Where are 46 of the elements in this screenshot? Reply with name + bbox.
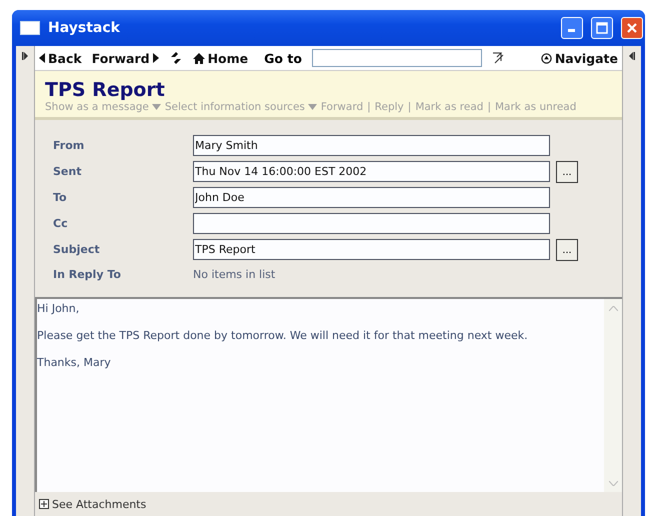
separator: | [487, 101, 491, 113]
text-field[interactable]: Mary Smith [193, 135, 550, 156]
browse-button[interactable]: ... [556, 238, 578, 260]
text-field[interactable]: TPS Report [193, 239, 550, 260]
text-field[interactable] [193, 213, 550, 234]
field-label: From [53, 139, 86, 152]
forward-button[interactable]: Forward [92, 50, 159, 66]
refresh-icon[interactable] [168, 51, 183, 65]
caret-icon [308, 104, 317, 110]
separator: | [367, 101, 371, 113]
navigate-button[interactable]: Navigate [540, 50, 618, 66]
field-label: In Reply To [53, 268, 122, 281]
home-button[interactable]: Home [192, 50, 248, 66]
window-title: Haystack [48, 20, 121, 36]
message-paragraph: Thanks, Mary [37, 356, 112, 369]
close-icon [626, 22, 638, 34]
plus-box-icon [39, 499, 49, 509]
text-field[interactable]: Thu Nov 14 16:00:00 EST 2002 [193, 161, 550, 182]
caret-icon [152, 104, 161, 110]
triangle-left-icon [39, 53, 45, 63]
separator: | [408, 101, 412, 113]
go-to-field[interactable] [312, 49, 482, 67]
item-title: TPS Report [45, 79, 166, 101]
go-to-label: Go to [264, 50, 302, 66]
window-icon [20, 21, 40, 35]
triangle-right-icon [152, 53, 159, 63]
field-label: Sent [53, 165, 82, 178]
house-icon [192, 52, 205, 64]
maximize-icon [596, 22, 608, 34]
minimize-button[interactable] [561, 17, 583, 39]
chevron-down-icon [608, 480, 618, 486]
close-button[interactable] [621, 17, 643, 39]
field-label: Subject [53, 243, 101, 256]
attachments-toggle[interactable]: See Attachments [39, 498, 146, 510]
maximize-button[interactable] [591, 17, 613, 39]
empty-list-text: No items in list [193, 267, 276, 283]
chevron-up-icon [608, 306, 618, 310]
message-paragraph: Please get the TPS Report done by tomorrow. We will need it for that meeting next week. [37, 329, 529, 342]
go-icon[interactable] [492, 52, 504, 64]
browse-button[interactable]: ... [556, 160, 578, 182]
field-label: Cc [53, 217, 69, 230]
field-label: To [53, 191, 68, 204]
pin-icon[interactable] [22, 52, 28, 60]
pin-icon[interactable] [629, 52, 635, 60]
back-button[interactable]: Back [39, 50, 82, 66]
message-paragraph: Hi John, [37, 302, 80, 315]
